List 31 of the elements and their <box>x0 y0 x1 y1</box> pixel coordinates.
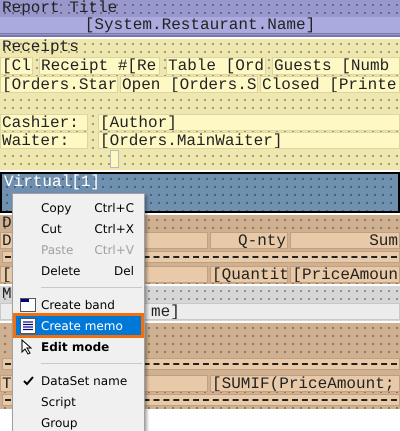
text-memo: Sum <box>290 232 400 249</box>
text-memo: [SUMIF(PriceAmount; <box>210 375 400 392</box>
text-memo: [Orders.Star <box>0 76 118 93</box>
menu-item[interactable]: Script <box>15 391 142 412</box>
memo-icon <box>20 318 36 334</box>
text-memo: Cashier: <box>0 114 88 131</box>
text-memo: Table [Ord <box>166 57 266 75</box>
text-memo: Q-nty <box>210 232 288 249</box>
text-memo: [Cl <box>0 57 33 75</box>
band-caption: M <box>2 286 12 302</box>
text-memo: [Author] <box>98 114 400 131</box>
band-caption: Receipts <box>2 39 79 55</box>
band-caption: D <box>2 215 12 231</box>
text-memo: Guests [Numb <box>272 57 400 75</box>
text-memo: [Orders.MainWaiter] <box>98 132 400 149</box>
text-memo: [Quantit <box>210 266 288 283</box>
band-icon <box>20 298 36 312</box>
text-memo: [PriceAmoun <box>290 266 400 283</box>
menu-item[interactable]: Copy Ctrl+C <box>15 197 142 218</box>
text-memo: [System.Restaurant.Name] <box>0 17 400 34</box>
memo-object <box>110 150 119 168</box>
menu-item[interactable]: Group <box>15 412 142 431</box>
text-memo: Waiter: <box>0 132 88 149</box>
cursor-icon <box>21 338 35 354</box>
text-memo: Closed [Printe <box>260 76 400 93</box>
text-memo: Receipt #[Re <box>39 57 160 75</box>
create-memo-item[interactable]: Create memo <box>15 315 142 336</box>
band-caption: Virtual[1] <box>4 174 100 190</box>
edit-mode-item[interactable]: Edit mode <box>15 336 142 357</box>
text-memo: Open [Orders.S <box>120 76 258 93</box>
band-caption: Report Title <box>2 0 118 16</box>
